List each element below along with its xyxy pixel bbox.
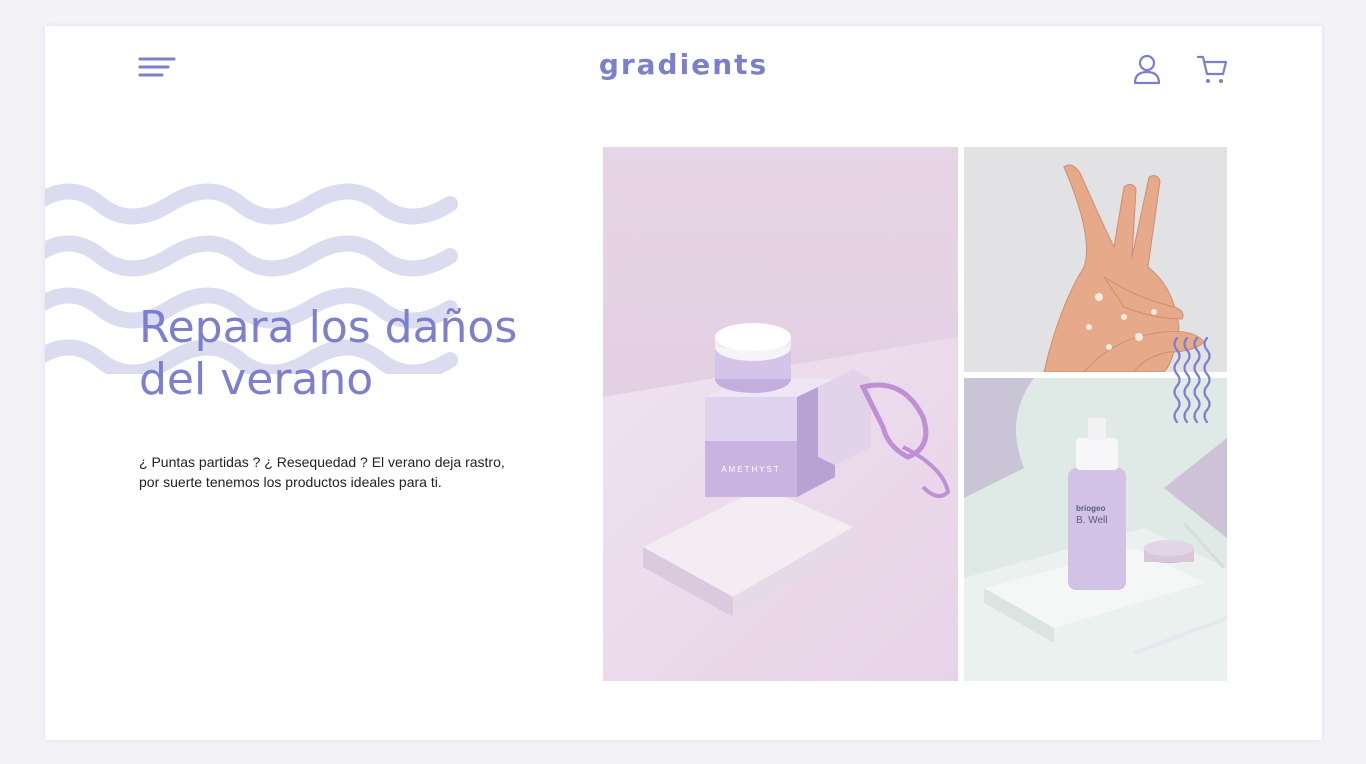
jar-box-label: AMETHYST (721, 465, 781, 474)
headline-line-2: del verano (139, 354, 374, 405)
bottle-name: B. Well (1076, 515, 1108, 526)
intro-line-1: ¿ Puntas partidas ? ¿ Resequedad ? El ve… (139, 454, 505, 470)
account-button[interactable] (1130, 52, 1164, 86)
hero-intro-text: ¿ Puntas partidas ? ¿ Resequedad ? El ve… (139, 452, 539, 492)
cart-button[interactable] (1195, 52, 1229, 86)
page-container: gradients Repara los daños del verano ¿ … (45, 26, 1322, 740)
hero-headline: Repara los daños del verano (139, 302, 579, 406)
product-photo-amethyst: AMETHYST (603, 147, 958, 681)
shopping-cart-icon (1196, 55, 1228, 83)
intro-line-2: por suerte tenemos los productos ideales… (139, 474, 442, 490)
headline-line-1: Repara los daños (139, 302, 518, 353)
bottle-brand: briogeo (1076, 504, 1105, 513)
decorative-squiggles (1173, 336, 1211, 424)
user-icon (1133, 54, 1161, 85)
